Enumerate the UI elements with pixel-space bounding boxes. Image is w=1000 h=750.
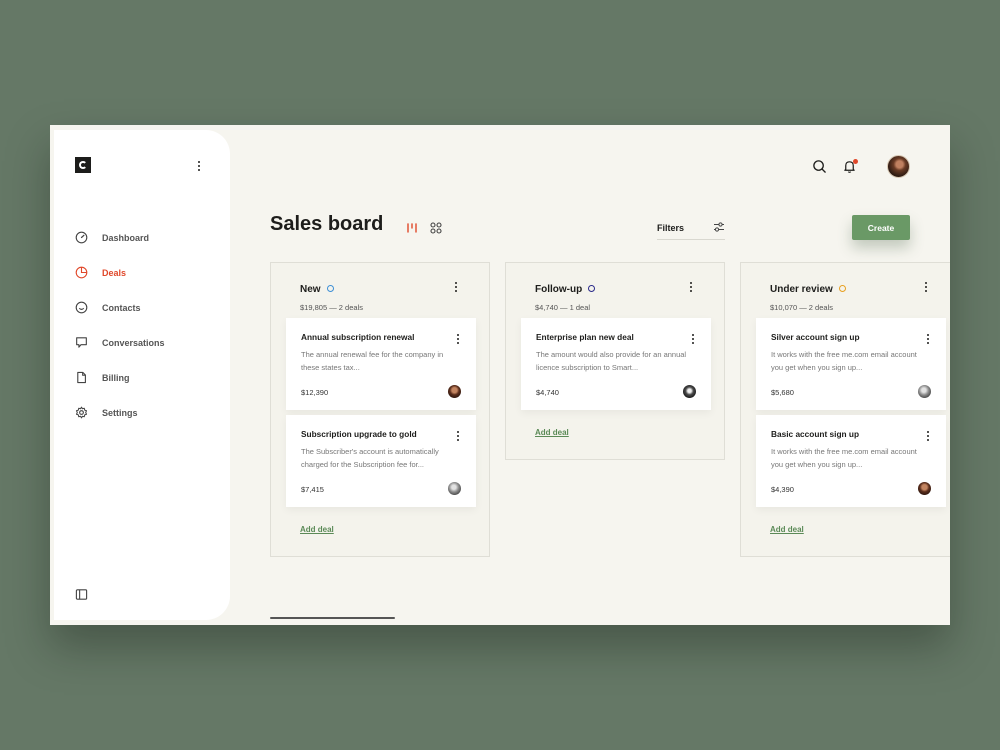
deal-amount: $7,415: [301, 485, 324, 494]
page-title: Sales board: [270, 213, 384, 235]
user-avatar[interactable]: [887, 155, 910, 178]
column-summary: $4,740 — 1 deal: [535, 303, 591, 312]
sidebar-item-deals[interactable]: Deals: [74, 255, 165, 290]
card-menu-icon[interactable]: [688, 334, 698, 345]
notification-bell-icon[interactable]: [842, 159, 858, 175]
column-header: Follow-up $4,740 — 1 deal: [535, 279, 596, 312]
deal-title: Subscription upgrade to gold: [301, 429, 417, 439]
deal-card[interactable]: Enterprise plan new deal The amount woul…: [521, 318, 711, 410]
pie-chart-icon: [74, 266, 88, 280]
status-dot-icon: [588, 285, 596, 292]
grid-view-icon[interactable]: [430, 221, 442, 234]
column-title: Follow-up: [535, 284, 583, 295]
sidebar-item-settings[interactable]: Settings: [74, 395, 165, 430]
deal-amount: $4,390: [771, 485, 794, 494]
column-menu-icon[interactable]: [451, 282, 461, 293]
deal-title: Annual subscription renewal: [301, 332, 415, 342]
deal-card[interactable]: Subscription upgrade to gold The Subscri…: [286, 415, 476, 507]
assignee-avatar: [918, 385, 931, 398]
deal-description: The Subscriber's account is automaticall…: [301, 447, 439, 469]
filters-button[interactable]: Filters: [657, 216, 725, 240]
column-summary: $19,805 — 2 deals: [300, 303, 363, 312]
create-button[interactable]: Create: [852, 215, 910, 240]
deal-card[interactable]: Silver account sign up It works with the…: [756, 318, 946, 410]
assignee-avatar: [918, 482, 931, 495]
deal-title: Enterprise plan new deal: [536, 332, 634, 342]
card-menu-icon[interactable]: [923, 334, 933, 345]
column-menu-icon[interactable]: [686, 282, 696, 293]
sidebar-item-label: Deals: [102, 267, 127, 278]
assignee-avatar: [448, 385, 461, 398]
sliders-icon: [713, 219, 725, 237]
column-menu-icon[interactable]: [921, 282, 931, 293]
deal-amount: $4,740: [536, 388, 559, 397]
add-deal-link[interactable]: Add deal: [535, 428, 569, 437]
deal-card[interactable]: Annual subscription renewal The annual r…: [286, 318, 476, 410]
deal-description: The amount would also provide for an ann…: [536, 350, 687, 372]
sidebar-item-billing[interactable]: Billing: [74, 360, 165, 395]
app-window: Dashboard Deals Contacts Conversations B…: [50, 125, 950, 625]
sidebar-item-label: Billing: [102, 372, 130, 383]
notification-dot: [853, 159, 858, 164]
sidebar-item-label: Settings: [102, 407, 138, 418]
status-dot-icon: [326, 285, 334, 292]
card-menu-icon[interactable]: [453, 334, 463, 345]
sidebar-item-label: Contacts: [102, 302, 141, 313]
card-menu-icon[interactable]: [453, 431, 463, 442]
column-header: Under review $10,070 — 2 deals: [770, 279, 846, 312]
gauge-icon: [74, 231, 88, 245]
sidebar-item-conversations[interactable]: Conversations: [74, 325, 165, 360]
assignee-avatar: [448, 482, 461, 495]
deal-amount: $12,390: [301, 388, 329, 397]
logo-icon[interactable]: [75, 157, 91, 173]
sidebar-more-icon[interactable]: [194, 161, 204, 172]
deal-title: Basic account sign up: [771, 429, 860, 439]
deal-description: It works with the free me.com email acco…: [771, 447, 917, 469]
chat-icon: [74, 336, 88, 350]
deal-description: It works with the free me.com email acco…: [771, 350, 917, 372]
sidebar-nav: Dashboard Deals Contacts Conversations B…: [74, 220, 165, 430]
board-column-new: New $19,805 — 2 deals Annual subscriptio…: [270, 262, 490, 557]
card-menu-icon[interactable]: [923, 431, 933, 442]
sidebar-item-label: Dashboard: [102, 232, 150, 243]
sidebar: Dashboard Deals Contacts Conversations B…: [54, 130, 230, 620]
column-title: New: [300, 284, 321, 295]
gear-icon: [74, 406, 88, 420]
add-deal-link[interactable]: Add deal: [300, 525, 334, 534]
board-view-icon[interactable]: [406, 221, 418, 233]
sidebar-item-label: Conversations: [102, 337, 165, 348]
deal-amount: $5,680: [771, 388, 794, 397]
column-header: New $19,805 — 2 deals: [300, 279, 363, 312]
deal-description: The annual renewal fee for the company i…: [301, 350, 444, 372]
board-column-under-review: Under review $10,070 — 2 deals Silver ac…: [740, 262, 950, 557]
assignee-avatar: [683, 385, 696, 398]
board-column-follow-up: Follow-up $4,740 — 1 deal Enterprise pla…: [505, 262, 725, 460]
sidebar-collapse-icon[interactable]: [75, 588, 89, 602]
sidebar-item-dashboard[interactable]: Dashboard: [74, 220, 165, 255]
column-title: Under review: [770, 284, 833, 295]
filters-label: Filters: [657, 222, 685, 233]
deal-card[interactable]: Basic account sign up It works with the …: [756, 415, 946, 507]
deal-title: Silver account sign up: [771, 332, 860, 342]
sidebar-item-contacts[interactable]: Contacts: [74, 290, 165, 325]
smiley-icon: [74, 301, 88, 315]
add-deal-link[interactable]: Add deal: [770, 525, 804, 534]
search-icon[interactable]: [812, 159, 828, 175]
document-icon: [74, 371, 88, 385]
status-dot-icon: [838, 285, 846, 292]
column-summary: $10,070 — 2 deals: [770, 303, 833, 312]
horizontal-scrollbar[interactable]: [270, 617, 395, 619]
